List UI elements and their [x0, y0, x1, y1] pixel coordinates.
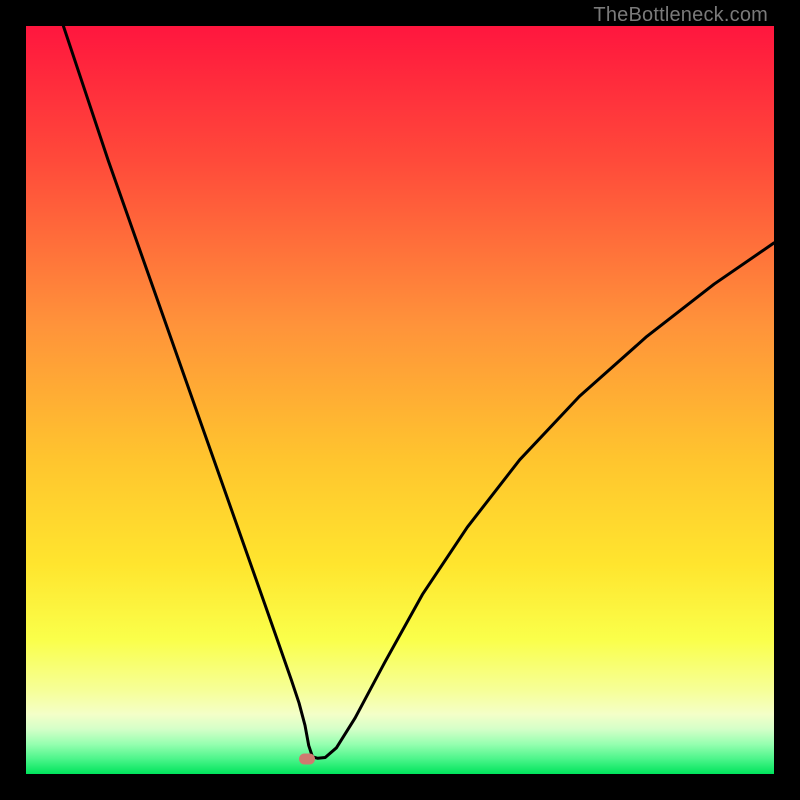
optimal-point-marker — [299, 754, 315, 765]
chart-svg — [26, 26, 774, 774]
gradient-background — [26, 26, 774, 774]
chart-frame — [26, 26, 774, 774]
watermark-text: TheBottleneck.com — [593, 4, 768, 27]
